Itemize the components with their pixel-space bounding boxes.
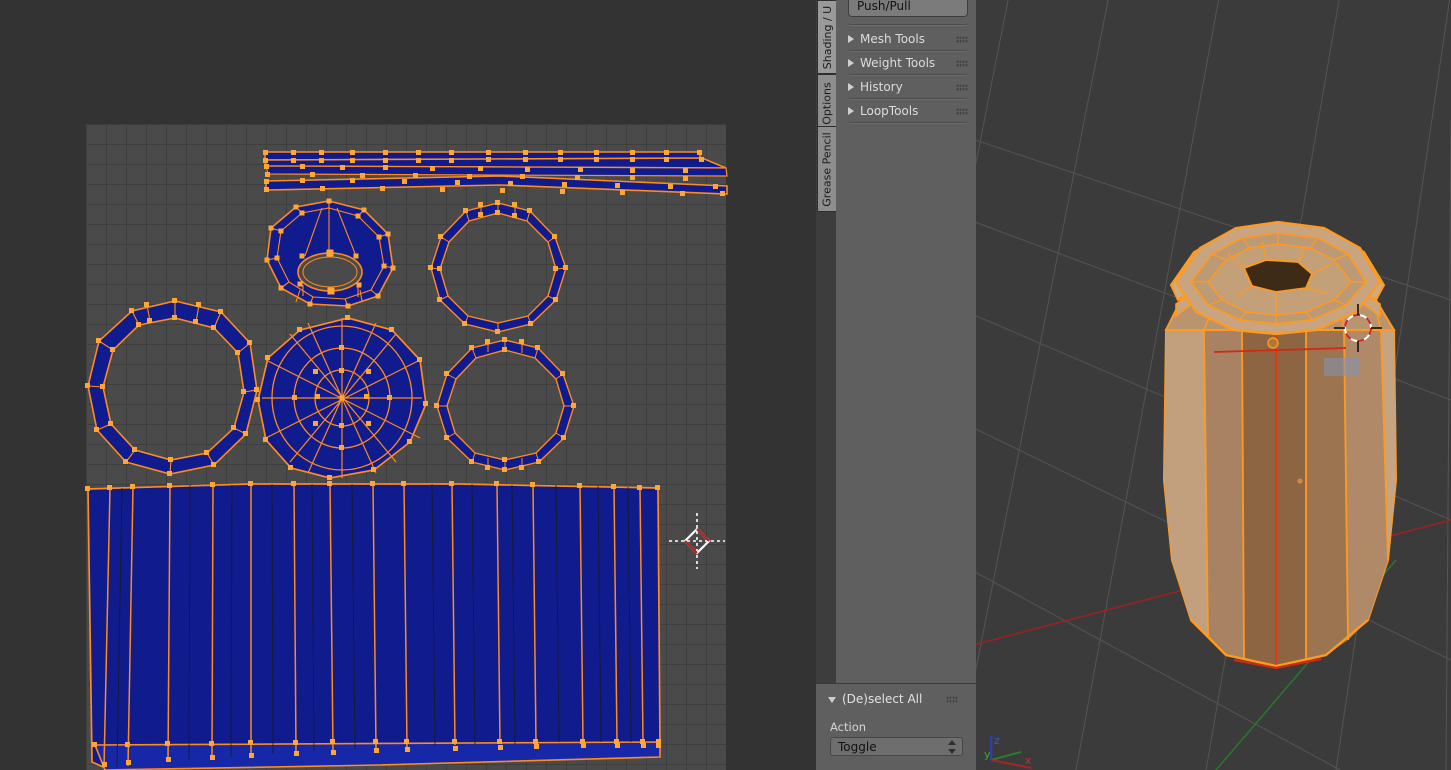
tool-panel-body: Push/Pull Mesh Tools Weight Tools Histor…: [836, 0, 976, 684]
redo-panel-header[interactable]: (De)select All: [828, 688, 964, 710]
axis-gizmo: y z x: [984, 734, 1032, 769]
chevron-right-icon: [848, 35, 854, 43]
uv-island-ring-left: [85, 298, 259, 476]
mesh-soda-can: [1162, 220, 1398, 670]
uv-2d-cursor: [669, 513, 725, 569]
uv-image-editor[interactable]: [0, 0, 816, 770]
panel-header-history[interactable]: History: [848, 76, 970, 98]
grip-dots-icon[interactable]: [956, 108, 968, 115]
axis-label-z: z: [994, 734, 1000, 747]
tab-shading-uvs-label: Shading / U: [821, 5, 835, 69]
axis-label-x: x: [1025, 754, 1032, 767]
3d-viewport[interactable]: y z x: [976, 0, 1451, 770]
blender-window: y z x Shading / U Options Grease Pencil …: [0, 0, 1451, 770]
panel-header-looptools[interactable]: LoopTools: [848, 100, 970, 122]
uv-island-top-rim-strips: [263, 150, 728, 196]
spinner-arrows-icon[interactable]: [948, 740, 957, 754]
grip-dots-icon[interactable]: [956, 36, 968, 43]
uv-island-bottom-disc: [255, 315, 428, 480]
uv-island-lid-disc: [264, 198, 396, 309]
viewport-scene-canvas[interactable]: y z x: [976, 0, 1451, 770]
panel-label-looptools: LoopTools: [860, 104, 919, 118]
tool-region: Shading / U Options Grease Pencil Push/P…: [816, 0, 976, 770]
panel-label-weight-tools: Weight Tools: [860, 56, 936, 70]
chevron-right-icon: [848, 59, 854, 67]
action-enum-select[interactable]: Toggle: [830, 737, 963, 756]
uv-island-ring-lower-right: [434, 337, 576, 472]
uv-island-canvas[interactable]: [0, 0, 816, 770]
panel-label-mesh-tools: Mesh Tools: [860, 32, 925, 46]
chevron-down-icon: [828, 697, 836, 703]
uv-island-body-strip: [85, 481, 661, 770]
chevron-right-icon: [848, 107, 854, 115]
grip-dots-icon[interactable]: [956, 84, 968, 91]
uv-island-ring-upper-right: [428, 200, 568, 334]
grip-dots-icon[interactable]: [956, 60, 968, 67]
grip-dots-icon[interactable]: [946, 696, 958, 703]
vertical-tab-strip: Shading / U Options Grease Pencil: [816, 0, 837, 770]
push-pull-button[interactable]: Push/Pull: [848, 0, 968, 17]
axis-label-y: y: [984, 748, 991, 761]
selection-patch: [1324, 358, 1360, 376]
action-enum-value: Toggle: [838, 739, 877, 754]
panel-separator: [849, 122, 967, 124]
object-origin-dot: [1297, 478, 1303, 484]
spinner-up-icon: [948, 740, 956, 745]
chevron-right-icon: [848, 83, 854, 91]
tab-shading-uvs[interactable]: Shading / U: [817, 0, 837, 74]
tab-options-label: Options: [821, 81, 835, 125]
spinner-down-icon: [948, 749, 956, 754]
panel-separator: [849, 24, 967, 26]
tab-grease-pencil-label: Grease Pencil: [821, 131, 835, 207]
tab-options[interactable]: Options: [817, 74, 837, 132]
panel-label-history: History: [860, 80, 903, 94]
panel-header-mesh-tools[interactable]: Mesh Tools: [848, 28, 970, 50]
action-field-label: Action: [830, 720, 867, 734]
redo-panel-title: (De)select All: [842, 692, 923, 706]
panel-header-weight-tools[interactable]: Weight Tools: [848, 52, 970, 74]
tab-grease-pencil[interactable]: Grease Pencil: [817, 126, 837, 212]
redo-operator-panel: (De)select All Action Toggle: [816, 684, 976, 770]
lid-rivet: [1267, 337, 1279, 349]
push-pull-label: Push/Pull: [857, 0, 911, 13]
